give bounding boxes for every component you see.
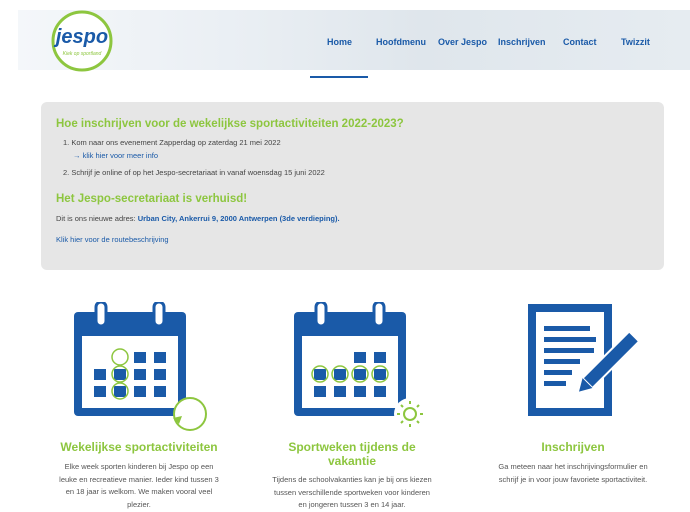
- calendar-weekly-icon[interactable]: [74, 302, 209, 432]
- feature-weekly-line: leuke en recreatieve manier. Ieder kind …: [59, 474, 219, 484]
- feature-holiday-line: tussen verschillende sportweken voor kin…: [274, 487, 430, 497]
- more-info-link[interactable]: → klik hier voor meer info: [73, 151, 158, 160]
- feature-weekly-line: Elke week sporten kinderen bij Jespo op …: [64, 462, 214, 471]
- address-line: Dit is ons nieuwe adres: Urban City, Ank…: [56, 214, 340, 223]
- form-pen-icon[interactable]: [528, 304, 643, 422]
- feature-register-title[interactable]: Inschrijven: [468, 440, 678, 454]
- feature-weekly-text: Elke week sporten kinderen bij Jespo op …: [34, 461, 244, 511]
- nav-home[interactable]: Home: [327, 37, 352, 47]
- nav-inschrijven[interactable]: Inschrijven: [498, 37, 546, 47]
- feature-weekly-line: plezier.: [127, 499, 151, 509]
- feature-weekly-line: en 18 jaar is welkom. We maken vooral ve…: [65, 487, 213, 496]
- calendar-sun-icon[interactable]: [294, 302, 429, 432]
- nav-active-indicator: [310, 76, 368, 78]
- nav-contact[interactable]: Contact: [563, 37, 597, 47]
- feature-holiday-title-line: vakantie: [327, 454, 377, 468]
- nav-over-jespo[interactable]: Over Jespo: [438, 37, 487, 47]
- nav-twizzit[interactable]: Twizzit: [621, 37, 650, 47]
- info-box: Hoe inschrijven voor de wekelijkse sport…: [41, 102, 664, 270]
- address-value: Urban City, Ankerrui 9, 2000 Antwerpen (…: [137, 214, 340, 223]
- info-step-1: 1. Kom naar ons evenement Zapperdag op z…: [63, 138, 281, 147]
- nav-hoofdmenu[interactable]: Hoofdmenu: [376, 37, 426, 47]
- feature-weekly-title[interactable]: Wekelijkse sportactiviteiten: [34, 440, 244, 454]
- route-link[interactable]: Klik hier voor de routebeschrijving: [56, 235, 169, 244]
- feature-holiday-line: Tijdens de schoolvakanties kan je bij on…: [272, 475, 432, 484]
- main-nav: Home Hoofdmenu Over Jespo Inschrijven Co…: [18, 10, 690, 70]
- feature-register-line: Ga meteen naar het inschrijvingsformulie…: [498, 462, 648, 471]
- feature-holiday-title[interactable]: Sportweken tijdens de vakantie: [247, 440, 457, 468]
- address-prefix: Dit is ons nieuwe adres:: [56, 214, 138, 223]
- info-title-moved: Het Jespo-secretariaat is verhuisd!: [56, 193, 248, 205]
- info-title-registration: Hoe inschrijven voor de wekelijkse sport…: [56, 118, 404, 130]
- feature-holiday-line: en jongeren tussen 3 en 14 jaar.: [298, 500, 406, 509]
- feature-holiday-text: Tijdens de schoolvakanties kan je bij on…: [247, 474, 457, 512]
- feature-holiday-title-line: Sportweken tijdens de: [288, 440, 416, 454]
- site-header: jespo Kiek op sportland Home Hoofdmenu O…: [18, 10, 690, 72]
- info-step-2: 2. Schrijf je online of op het Jespo-sec…: [63, 168, 325, 177]
- feature-register-text: Ga meteen naar het inschrijvingsformulie…: [468, 461, 678, 486]
- feature-register-line: schrijf je in voor jouw favoriete sporta…: [498, 474, 648, 484]
